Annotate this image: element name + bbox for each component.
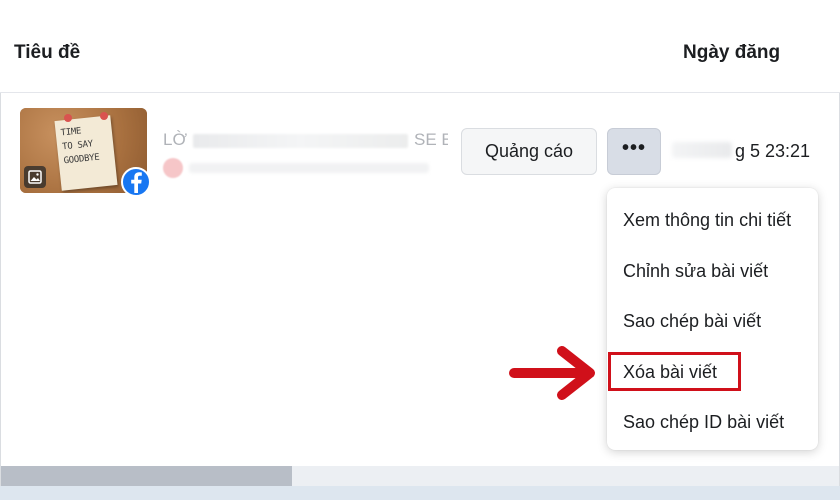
bottom-strip (0, 486, 840, 500)
menu-item-edit-post[interactable]: Chỉnh sửa bài viết (623, 261, 768, 282)
menu-item-duplicate-post[interactable]: Sao chép bài viết (623, 311, 761, 332)
image-icon (24, 166, 46, 188)
table-header: Tiêu đề Ngày đăng (0, 0, 840, 93)
post-date: g 5 23:21 (735, 141, 811, 161)
facebook-icon (121, 167, 151, 197)
post-title-start: LỜ (163, 130, 188, 149)
menu-item-copy-post-id[interactable]: Sao chép ID bài viết (623, 412, 784, 433)
post-title[interactable]: LỜ SE E... (163, 130, 448, 150)
column-header-title[interactable]: Tiêu đề (14, 42, 80, 64)
pin-icon (100, 112, 108, 120)
post-title-end: SE E... (414, 130, 448, 149)
boost-ads-button[interactable]: Quảng cáo (461, 128, 597, 175)
redacted-text (189, 163, 429, 173)
post-options-menu: Xem thông tin chi tiết Chỉnh sửa bài viế… (607, 188, 818, 450)
post-subtitle-redacted (163, 158, 433, 178)
pin-icon (64, 114, 72, 122)
redacted-avatar (163, 158, 183, 178)
menu-item-view-details[interactable]: Xem thông tin chi tiết (623, 210, 791, 231)
redacted-text (193, 133, 409, 148)
redacted-date (672, 142, 732, 158)
column-header-date[interactable]: Ngày đăng (683, 42, 780, 64)
more-options-button[interactable]: ••• (607, 128, 661, 175)
scrollbar-thumb[interactable] (1, 466, 292, 486)
ellipsis-icon: ••• (621, 136, 646, 159)
thumbnail-note: TIME TO SAY GOODBYE (54, 115, 118, 191)
highlight-box (608, 352, 741, 391)
red-arrow-icon (509, 346, 595, 400)
